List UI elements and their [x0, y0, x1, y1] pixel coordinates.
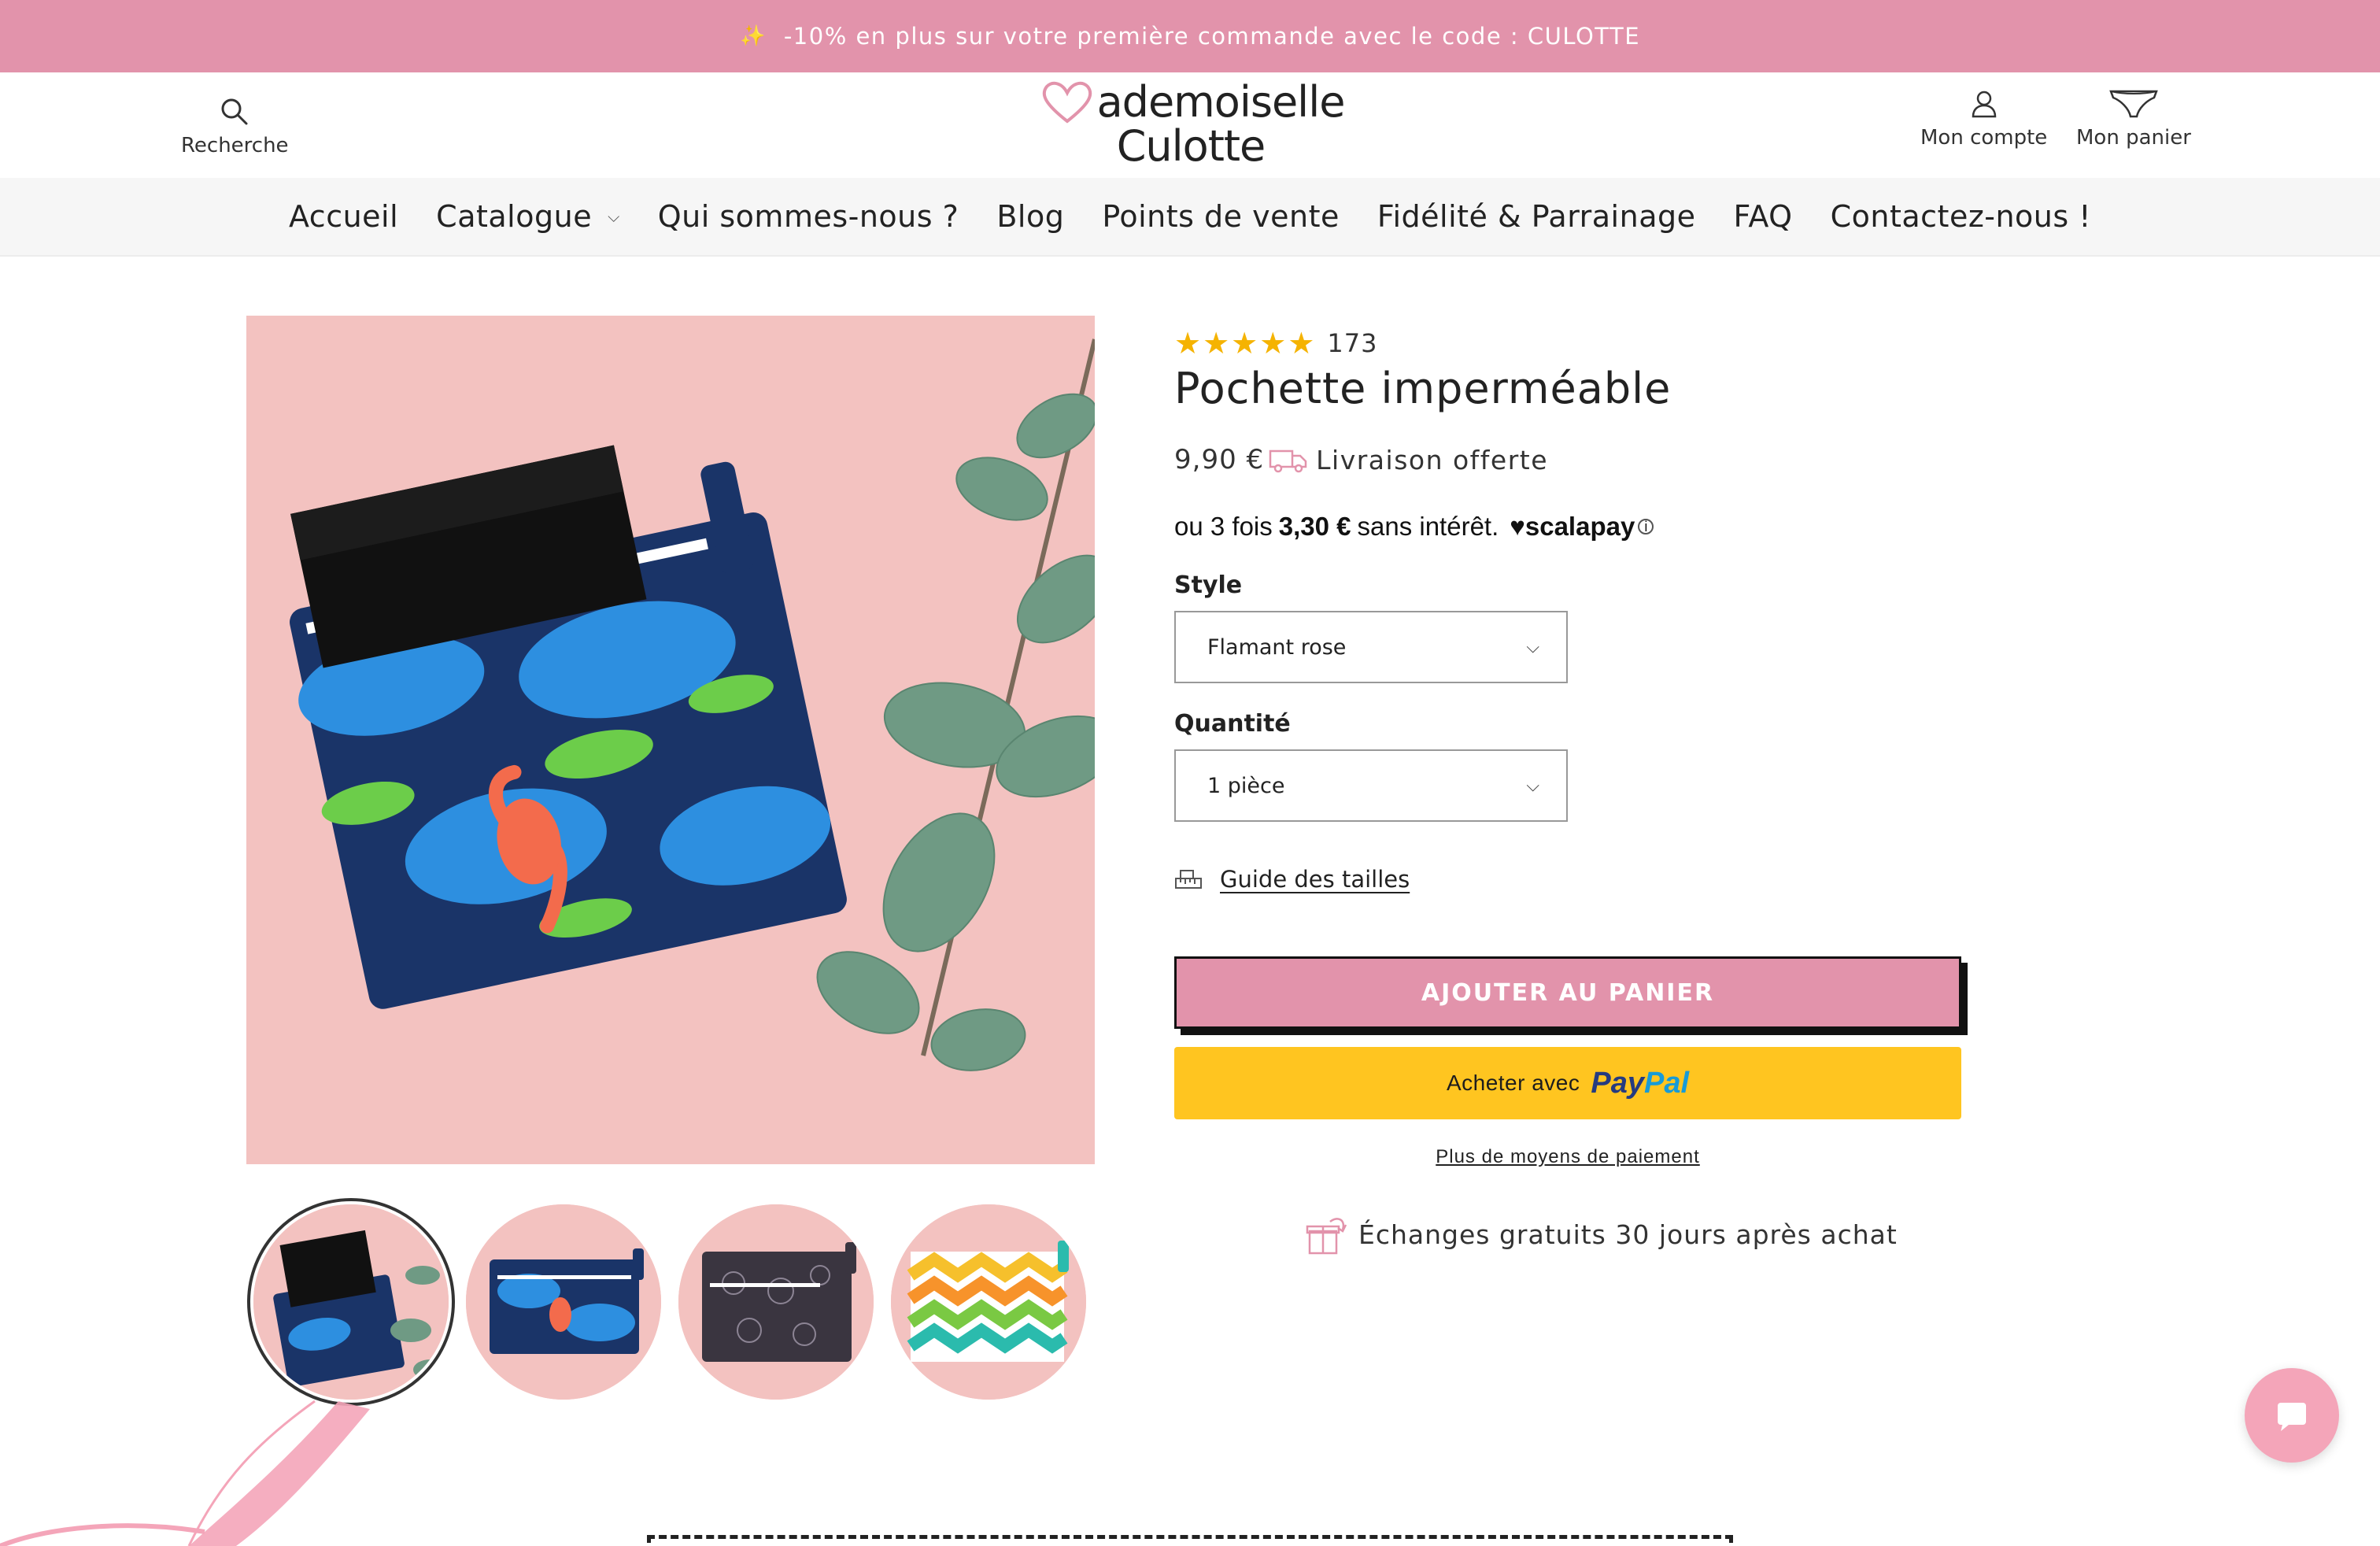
- quantity-select[interactable]: 1 pièce ⌵: [1174, 749, 1568, 822]
- quantity-value: 1 pièce: [1207, 773, 1285, 798]
- product-price: 9,90 €: [1174, 444, 1265, 475]
- chevron-down-icon: ⌵: [1526, 637, 1539, 657]
- logo-line-1: ademoiselle: [1037, 80, 1345, 124]
- size-guide-link[interactable]: Guide des tailles: [1174, 866, 1410, 893]
- logo-line-2: Culotte: [1116, 121, 1266, 171]
- paypal-button[interactable]: Acheter avec PayPal: [1174, 1047, 1961, 1119]
- search-icon: [221, 98, 248, 125]
- chevron-down-icon: ⌵: [608, 207, 620, 226]
- delivery-truck-icon: [1269, 449, 1307, 473]
- thumbnail-2[interactable]: [466, 1204, 661, 1400]
- scalapay-installments[interactable]: ou 3 fois 3,30 € sans intérêt. ♥ scalapay…: [1174, 512, 1654, 542]
- nav-blog[interactable]: Blog: [996, 199, 1064, 234]
- free-exchange-text: Échanges gratuits 30 jours après achat: [1358, 1219, 1898, 1250]
- nav-fidelite-parrainage[interactable]: Fidélité & Parrainage: [1377, 199, 1696, 234]
- nav-points-de-vente[interactable]: Points de vente: [1102, 199, 1340, 234]
- paypal-prefix: Acheter avec: [1446, 1071, 1580, 1095]
- style-value: Flamant rose: [1207, 634, 1347, 660]
- dashed-section-border: [647, 1535, 1733, 1546]
- search-label: Recherche: [181, 134, 289, 157]
- search-button[interactable]: Recherche: [181, 96, 289, 157]
- pouch-photo: [246, 316, 1095, 1164]
- star-icon: ★: [1288, 326, 1315, 361]
- review-count: 173: [1327, 328, 1378, 358]
- nav-contact[interactable]: Contactez-nous !: [1831, 199, 2091, 234]
- paypal-logo: PayPal: [1591, 1066, 1690, 1100]
- thumbnail-4[interactable]: [891, 1204, 1086, 1400]
- thumb-flamant-underwear: [253, 1204, 449, 1400]
- star-icon: ★: [1259, 326, 1287, 361]
- cart-button[interactable]: Mon panier: [2076, 87, 2191, 150]
- product-rating[interactable]: ★ ★ ★ ★ ★ 173: [1174, 326, 1377, 361]
- quantity-label: Quantité: [1174, 710, 1291, 738]
- star-icon: ★: [1231, 326, 1258, 361]
- installment-amount: 3,30 €: [1278, 512, 1351, 541]
- thumb-chevrons: [891, 1204, 1086, 1400]
- free-exchange-info: Échanges gratuits 30 jours après achat: [1303, 1212, 1898, 1256]
- price-row: 9,90 € Livraison offerte: [1174, 444, 1548, 475]
- product-main-image[interactable]: [246, 316, 1095, 1164]
- nav-faq[interactable]: FAQ: [1733, 199, 1792, 234]
- site-header: Recherche ademoiselle Culotte Mon compte…: [0, 72, 2380, 178]
- account-button[interactable]: Mon compte: [1920, 88, 2047, 150]
- cart-label: Mon panier: [2076, 126, 2191, 150]
- user-icon: [1972, 91, 1996, 118]
- chat-widget-button[interactable]: [2245, 1368, 2339, 1463]
- nav-qui-sommes-nous[interactable]: Qui sommes-nous ?: [658, 199, 959, 234]
- heart-icon: ♥: [1510, 512, 1525, 541]
- thumbnail-3[interactable]: [678, 1204, 874, 1400]
- style-select[interactable]: Flamant rose ⌵: [1174, 611, 1568, 683]
- free-shipping-text: Livraison offerte: [1316, 444, 1549, 475]
- main-navigation: Accueil Catalogue ⌵ Qui sommes-nous ? Blo…: [0, 178, 2380, 257]
- size-guide-label: Guide des tailles: [1220, 866, 1410, 893]
- nav-accueil[interactable]: Accueil: [289, 199, 398, 234]
- announcement-bar: ✨ -10% en plus sur votre première comman…: [0, 0, 2380, 72]
- more-payment-options-link[interactable]: Plus de moyens de paiement: [1174, 1146, 1961, 1168]
- star-icon: ★: [1203, 326, 1230, 361]
- info-icon[interactable]: i: [1638, 519, 1654, 534]
- pink-ribbon-decoration: [0, 1400, 370, 1546]
- account-label: Mon compte: [1920, 126, 2048, 150]
- thumb-dentelle: [678, 1204, 874, 1400]
- sparkles-icon: ✨: [739, 24, 767, 48]
- gift-return-icon: [1306, 1218, 1347, 1255]
- announcement-text: -10% en plus sur votre première commande…: [783, 23, 1641, 50]
- style-label: Style: [1174, 571, 1243, 599]
- product-title: Pochette imperméable: [1174, 364, 1672, 413]
- star-icon: ★: [1174, 326, 1202, 361]
- site-logo[interactable]: ademoiselle Culotte: [1037, 80, 1345, 172]
- scalapay-logo: ♥ scalapay: [1510, 512, 1635, 541]
- chat-bubble-icon: [2278, 1403, 2306, 1431]
- add-to-cart-button[interactable]: AJOUTER AU PANIER: [1174, 956, 1961, 1029]
- nav-catalogue[interactable]: Catalogue ⌵: [436, 199, 620, 234]
- thumbnail-1[interactable]: [247, 1198, 455, 1406]
- underwear-cart-icon: [2109, 90, 2158, 118]
- chevron-down-icon: ⌵: [1526, 775, 1539, 796]
- heart-logo-icon: [1042, 81, 1092, 124]
- thumb-flamant: [466, 1204, 661, 1400]
- ruler-icon: [1175, 870, 1202, 889]
